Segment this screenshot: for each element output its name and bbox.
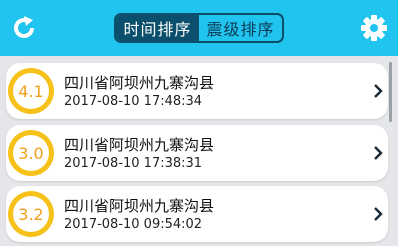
location-text: 四川省阿坝州九寨沟县: [64, 74, 215, 92]
tab-sort-by-time[interactable]: 时间排序: [116, 15, 199, 41]
time-text: 2017-08-10 17:38:31: [64, 156, 203, 171]
time-text: 2017-08-10 17:48:34: [64, 94, 203, 109]
list-item[interactable]: 4.1 四川省阿坝州九寨沟县 2017-08-10 17:48:34: [6, 63, 388, 119]
list-item[interactable]: 3.2 四川省阿坝州九寨沟县 2017-08-10 09:54:02: [6, 186, 388, 242]
tab-sort-by-magnitude[interactable]: 震级排序: [199, 15, 282, 41]
location-text: 四川省阿坝州九寨沟县: [64, 136, 215, 154]
magnitude-badge: 3.2: [8, 191, 54, 237]
magnitude-badge: 4.1: [8, 68, 54, 114]
location-text: 四川省阿坝州九寨沟县: [64, 197, 215, 215]
list-item[interactable]: 3.0 四川省阿坝州九寨沟县 2017-08-10 17:38:31: [6, 125, 388, 181]
chevron-right-icon: [372, 145, 384, 161]
chevron-right-icon: [372, 83, 384, 99]
scrollbar[interactable]: [389, 62, 392, 122]
magnitude-badge: 3.0: [8, 130, 54, 176]
magnitude-value: 3.2: [13, 196, 49, 232]
sort-segmented-control: 时间排序 震级排序: [114, 13, 284, 43]
magnitude-value: 3.0: [13, 135, 49, 171]
top-bar: 时间排序 震级排序: [0, 0, 398, 56]
magnitude-value: 4.1: [13, 73, 49, 109]
time-text: 2017-08-10 09:54:02: [64, 217, 203, 232]
refresh-icon[interactable]: [10, 14, 38, 42]
chevron-right-icon: [372, 206, 384, 222]
gear-icon[interactable]: [360, 14, 388, 42]
